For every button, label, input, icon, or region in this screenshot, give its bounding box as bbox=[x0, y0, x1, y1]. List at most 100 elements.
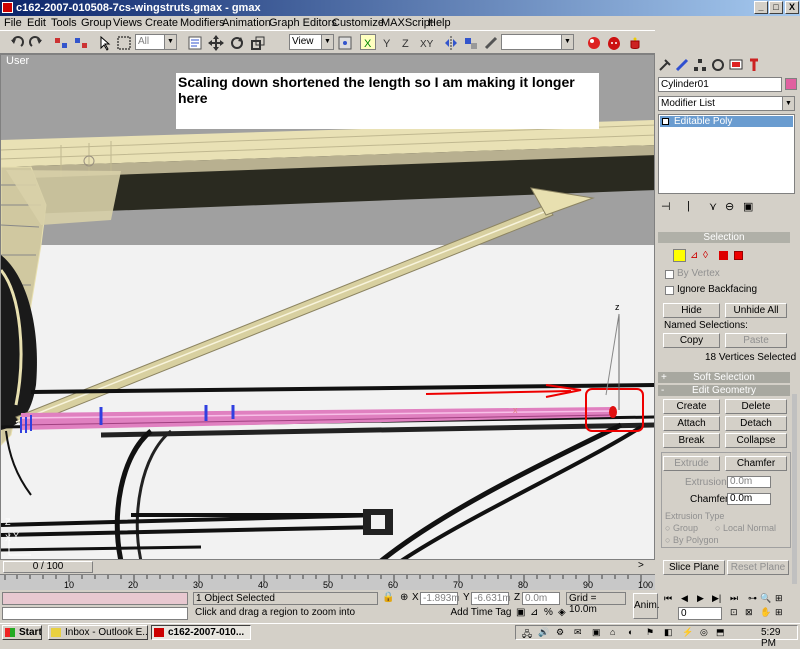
user-viewport[interactable]: x User Scaling down shortened the length… bbox=[0, 54, 655, 560]
paste-button[interactable]: Paste bbox=[725, 333, 787, 348]
restrict-z-icon[interactable]: Z bbox=[398, 34, 414, 50]
select-link-icon[interactable] bbox=[52, 34, 68, 50]
display-tab-icon[interactable] bbox=[729, 58, 743, 72]
menu-animation[interactable]: Animation bbox=[222, 16, 271, 30]
redo-icon[interactable] bbox=[27, 34, 43, 50]
region-select-icon[interactable] bbox=[115, 34, 131, 50]
make-unique-icon[interactable]: ⋎ bbox=[709, 200, 717, 213]
spinner-snap-icon[interactable]: ◈ bbox=[558, 607, 566, 618]
local-normal-radio[interactable]: ○ Local Normal bbox=[715, 523, 776, 533]
attach-button[interactable]: Attach bbox=[663, 416, 720, 431]
tray-icon[interactable]: ⚙ bbox=[556, 627, 564, 638]
modifier-list-dropdown[interactable]: Modifier List ▼ bbox=[658, 96, 795, 111]
tray-icon[interactable]: ✉ bbox=[574, 627, 582, 638]
trackbar[interactable]: 10 20 30 40 50 60 70 80 90 100 bbox=[0, 574, 655, 590]
add-time-tag-button[interactable]: Add Time Tag bbox=[450, 607, 512, 620]
collapse-button[interactable]: Collapse bbox=[725, 433, 787, 448]
select-by-name-icon[interactable] bbox=[186, 34, 202, 50]
utilities-tab-icon[interactable] bbox=[747, 58, 761, 72]
tray-icon[interactable]: ⬒ bbox=[716, 627, 725, 638]
y-coordinate-field[interactable]: -6.631m bbox=[471, 592, 511, 605]
time-config-icon[interactable]: ⊡ bbox=[730, 607, 738, 618]
ignore-backfacing-checkbox[interactable] bbox=[665, 286, 674, 295]
selection-rollout-header[interactable]: Selection bbox=[658, 232, 790, 243]
move-icon[interactable] bbox=[207, 34, 224, 51]
menu-graph-editors[interactable]: Graph Editors bbox=[269, 16, 337, 30]
previous-frame-icon[interactable]: ◀ bbox=[681, 593, 688, 604]
snap-icon[interactable]: ▣ bbox=[516, 607, 525, 618]
copy-button[interactable]: Copy bbox=[663, 333, 720, 348]
object-name-field[interactable]: Cylinder01 bbox=[658, 77, 782, 92]
material-editor-icon[interactable] bbox=[482, 34, 498, 50]
hierarchy-tab-icon[interactable] bbox=[693, 58, 707, 72]
extrude-button[interactable]: Extrude bbox=[663, 456, 720, 471]
expand-icon[interactable] bbox=[662, 118, 669, 125]
hide-button[interactable]: Hide bbox=[663, 303, 720, 318]
rotate-icon[interactable] bbox=[228, 34, 244, 50]
maximize-button[interactable]: □ bbox=[769, 1, 783, 14]
chamfer-spinner[interactable]: 0.0m bbox=[727, 493, 771, 505]
quick-render-icon[interactable] bbox=[605, 34, 621, 50]
tray-icon[interactable]: ◐ bbox=[628, 627, 633, 637]
play-icon[interactable]: ▶ bbox=[697, 593, 704, 604]
object-color-swatch[interactable] bbox=[785, 78, 797, 90]
tray-icon[interactable]: ⚡ bbox=[682, 627, 693, 638]
menu-help[interactable]: Help bbox=[428, 16, 451, 30]
maxscript-listener-top[interactable] bbox=[2, 592, 188, 605]
show-end-result-icon[interactable]: | bbox=[687, 200, 690, 212]
detach-button[interactable]: Detach bbox=[725, 416, 787, 431]
menu-create[interactable]: Create bbox=[145, 16, 178, 30]
menu-file[interactable]: File bbox=[4, 16, 22, 30]
configure-modifier-icon[interactable]: ▣ bbox=[743, 200, 753, 213]
teapot-icon[interactable] bbox=[626, 34, 642, 50]
zoom-extents-icon[interactable]: ⊠ bbox=[745, 607, 753, 618]
unhide-all-button[interactable]: Unhide All bbox=[725, 303, 787, 318]
reference-coordinate-dropdown[interactable]: View ▼ bbox=[289, 34, 334, 50]
modify-tab-icon[interactable] bbox=[675, 58, 689, 72]
time-slider[interactable]: 0 / 100 > bbox=[0, 560, 655, 574]
restrict-y-icon[interactable]: Y bbox=[379, 34, 395, 50]
reset-plane-button[interactable]: Reset Plane bbox=[727, 560, 789, 575]
restrict-x-icon[interactable]: X bbox=[360, 34, 376, 50]
selection-filter-dropdown[interactable]: All ▼ bbox=[135, 34, 177, 50]
zoom-all-icon[interactable]: ⊞ bbox=[775, 593, 783, 604]
element-mode-icon[interactable] bbox=[734, 251, 743, 260]
panel-scrollbar[interactable] bbox=[792, 394, 797, 584]
polygon-mode-icon[interactable] bbox=[719, 251, 728, 260]
tray-icon[interactable]: ⌂ bbox=[610, 627, 615, 637]
by-polygon-radio[interactable]: ○ By Polygon bbox=[665, 535, 718, 545]
select-object-icon[interactable] bbox=[96, 34, 112, 51]
vertex-mode-icon[interactable] bbox=[673, 249, 686, 262]
tray-icon[interactable]: ◎ bbox=[700, 627, 708, 638]
extrusion-spinner[interactable]: 0.0m bbox=[727, 476, 771, 488]
tray-icon[interactable]: ◧ bbox=[664, 627, 673, 638]
pin-stack-icon[interactable]: ⊣ bbox=[661, 200, 671, 213]
absolute-mode-icon[interactable]: ⊕ bbox=[400, 592, 408, 603]
remove-modifier-icon[interactable]: ⊖ bbox=[725, 200, 734, 213]
maximize-viewport-icon[interactable]: ⊞ bbox=[775, 607, 783, 618]
taskbar-item-outlook[interactable]: Inbox - Outlook E... bbox=[48, 625, 148, 640]
scale-icon[interactable] bbox=[249, 34, 265, 50]
edit-geometry-rollout-header[interactable]: - Edit Geometry bbox=[658, 385, 790, 396]
delete-button[interactable]: Delete bbox=[725, 399, 787, 414]
time-slider-thumb[interactable]: 0 / 100 bbox=[3, 561, 93, 573]
start-button[interactable]: Start bbox=[2, 625, 42, 640]
menu-customize[interactable]: Customize bbox=[332, 16, 384, 30]
go-to-end-icon[interactable]: ⏭ bbox=[730, 593, 738, 604]
group-radio[interactable]: ○ Group bbox=[665, 523, 698, 533]
x-coordinate-field[interactable]: -1.893m bbox=[420, 592, 460, 605]
pivot-center-icon[interactable] bbox=[336, 34, 352, 50]
next-key-icon[interactable]: ▶| bbox=[712, 593, 721, 604]
render-scene-icon[interactable] bbox=[585, 34, 601, 50]
viewport-label[interactable]: User bbox=[6, 55, 29, 67]
go-to-start-icon[interactable]: ⏮ bbox=[664, 593, 672, 604]
menu-tools[interactable]: Tools bbox=[51, 16, 77, 30]
volume-icon[interactable]: 🔊 bbox=[538, 627, 549, 638]
unlink-icon[interactable] bbox=[72, 34, 88, 50]
percent-snap-icon[interactable]: % bbox=[544, 607, 553, 618]
key-mode-icon[interactable]: ⊶ bbox=[748, 593, 757, 604]
menu-views[interactable]: Views bbox=[113, 16, 142, 30]
minimize-button[interactable]: _ bbox=[754, 1, 768, 14]
maxscript-listener-bottom[interactable] bbox=[2, 607, 188, 620]
chamfer-button[interactable]: Chamfer bbox=[725, 456, 787, 471]
